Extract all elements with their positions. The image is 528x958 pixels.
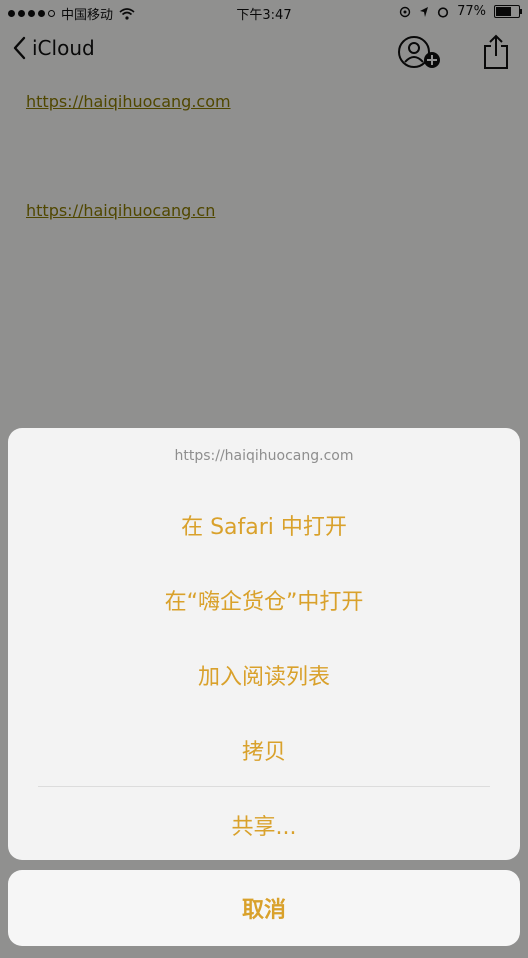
share-button[interactable]: 共享... (8, 788, 520, 860)
action-sheet: https://haiqihuocang.com 在 Safari 中打开 在“… (8, 428, 520, 860)
open-in-app-button[interactable]: 在“嗨企货仓”中打开 (8, 563, 520, 637)
open-in-safari-button[interactable]: 在 Safari 中打开 (8, 488, 520, 562)
action-sheet-title: https://haiqihuocang.com (174, 448, 354, 464)
sheet-divider (38, 786, 490, 787)
add-to-reading-list-button[interactable]: 加入阅读列表 (8, 638, 520, 712)
copy-button[interactable]: 拷贝 (8, 713, 520, 787)
cancel-button[interactable]: 取消 (8, 870, 520, 946)
